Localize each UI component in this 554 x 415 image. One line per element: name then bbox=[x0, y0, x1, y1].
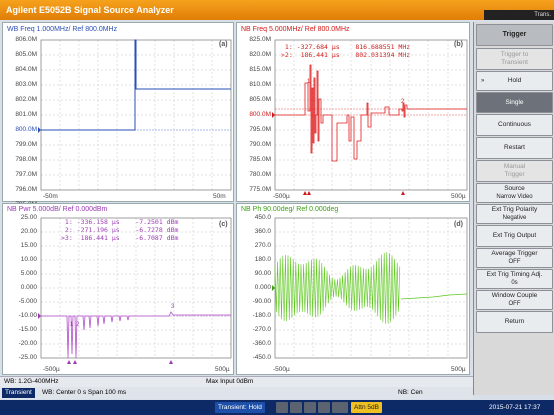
datetime-text: 2015-07-21 17:37 bbox=[489, 404, 541, 411]
status-bar-bottom: Transient WB: Center 0 s Span 100 ms NB:… bbox=[0, 387, 473, 399]
ext-trig-timing-value: 0s bbox=[511, 280, 518, 286]
average-trigger-value: OFF bbox=[508, 259, 521, 265]
transient-tag: Transient bbox=[2, 388, 35, 398]
source-label: Source bbox=[504, 185, 525, 192]
trigger-to-transient-button[interactable]: Trigger to Transient bbox=[476, 48, 553, 70]
phase-trace bbox=[274, 252, 401, 324]
return-button[interactable]: Return bbox=[476, 311, 553, 333]
status-bar-top: WB: 1.2G-400MHz Max Input 0dBm bbox=[0, 376, 473, 387]
chart-b-plot: 12 bbox=[272, 39, 468, 195]
ext-trig-timing-label: Ext Trig Timing Adj. bbox=[486, 271, 543, 278]
restart-button[interactable]: Restart bbox=[476, 137, 553, 159]
chart-a-wb-frequency[interactable]: WB Freq 1.000MHz/ Ref 800.0MHz (a) 806.0… bbox=[2, 22, 234, 208]
indicator-box-4 bbox=[318, 402, 330, 413]
svg-text:1: 1 bbox=[70, 322, 74, 328]
source-value: Narrow Video bbox=[496, 194, 533, 200]
chart-d-nb-phase[interactable]: NB Ph 90.00deg/ Ref 0.000deg (d) 450.0 36… bbox=[236, 203, 470, 375]
selected-indicator-icon: » bbox=[481, 78, 485, 84]
chart-c-plot: 1 2 3 bbox=[38, 217, 232, 364]
source-button[interactable]: Source Narrow Video bbox=[476, 183, 553, 203]
ext-trig-output-button[interactable]: Ext Trig Output bbox=[476, 225, 553, 247]
window-couple-button[interactable]: Window Couple OFF bbox=[476, 290, 553, 310]
manual-trigger-button[interactable]: Manual Trigger bbox=[476, 160, 553, 182]
ext-trig-polarity-value: Negative bbox=[502, 215, 527, 221]
wb-center-span: WB: Center 0 s Span 100 ms bbox=[42, 389, 127, 396]
chart-d-plot bbox=[272, 217, 468, 359]
hold-button[interactable]: » Hold bbox=[476, 71, 553, 91]
analyzer-window: Agilent E5052B Signal Source Analyzer Tr… bbox=[0, 0, 554, 415]
indicator-box-1 bbox=[276, 402, 288, 413]
ext-trig-timing-button[interactable]: Ext Trig Timing Adj. 0s bbox=[476, 269, 553, 289]
single-button[interactable]: Single bbox=[476, 92, 553, 113]
title-corner: Trans. bbox=[484, 10, 554, 20]
window-couple-label: Window Couple bbox=[491, 292, 538, 299]
max-input-text: Max Input 0dBm bbox=[206, 378, 254, 385]
window-couple-value: OFF bbox=[508, 301, 521, 307]
softkey-header-trigger: Trigger bbox=[476, 24, 553, 46]
indicator-box-5 bbox=[332, 402, 348, 413]
chart-c-nb-power[interactable]: NB Pwr 5.000dB/ Ref 0.000dBm (c) 25.00 20… bbox=[2, 203, 234, 375]
average-trigger-button[interactable]: Average Trigger OFF bbox=[476, 248, 553, 268]
ext-trig-polarity-button[interactable]: Ext Trig Polarity Negative bbox=[476, 204, 553, 224]
attenuation-badge: Attn 5dB bbox=[351, 402, 382, 413]
window-title: Agilent E5052B Signal Source Analyzer bbox=[6, 5, 174, 15]
chart-b-nb-frequency[interactable]: NB Freq 5.000MHz/ Ref 800.0MHz (b) 825.0… bbox=[236, 22, 470, 202]
continuous-button[interactable]: Continuous bbox=[476, 114, 553, 136]
svg-text:3: 3 bbox=[171, 304, 175, 310]
chart-a-plot bbox=[38, 39, 232, 191]
title-bar: Agilent E5052B Signal Source Analyzer Tr… bbox=[0, 0, 554, 20]
svg-text:2: 2 bbox=[76, 322, 80, 328]
nb-center-partial: NB: Cen bbox=[398, 389, 423, 396]
softkey-panel: Trigger Trigger to Transient » Hold Sing… bbox=[473, 22, 554, 395]
indicator-box-3 bbox=[304, 402, 316, 413]
hold-label: Hold bbox=[507, 77, 522, 84]
wb-range-text: WB: 1.2G-400MHz bbox=[4, 378, 59, 385]
ext-trig-polarity-label: Ext Trig Polarity bbox=[491, 206, 538, 213]
bottom-status-bar: Transient: Hold Attn 5dB 2015-07-21 17:3… bbox=[0, 400, 554, 415]
average-trigger-label: Average Trigger bbox=[491, 250, 538, 257]
indicator-box-2 bbox=[290, 402, 302, 413]
mode-indicator: Transient: Hold bbox=[215, 402, 265, 413]
